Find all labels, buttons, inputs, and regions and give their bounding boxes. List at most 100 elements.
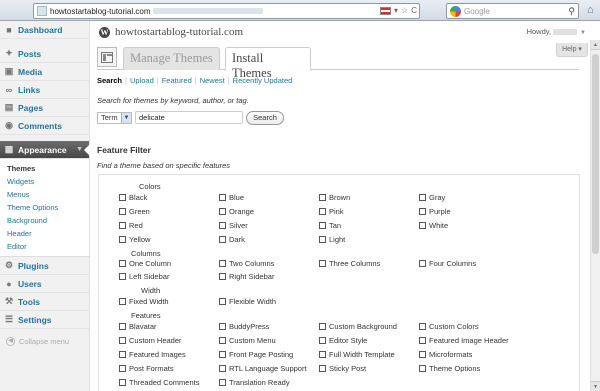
sidebar-item-label: Appearance (18, 144, 67, 155)
sidebar-item-plugins[interactable]: ⚙ Plugins (0, 257, 89, 275)
page-scrollbar[interactable]: ▲ ▼ (590, 40, 600, 391)
submenu-item-header[interactable]: Header (7, 227, 89, 240)
checkbox-red[interactable]: Red (119, 221, 143, 230)
search-icon[interactable]: ⚲ (568, 6, 575, 17)
submenu-item-editor[interactable]: Editor (7, 240, 89, 253)
dropdown-arrow-icon[interactable]: ▾ (394, 5, 398, 17)
checkbox-white[interactable]: White (419, 221, 448, 230)
sidebar-item-settings[interactable]: ☰ Settings (0, 311, 89, 329)
checkbox-three-columns[interactable]: Three Columns (319, 259, 380, 268)
subnav-featured[interactable]: Featured (162, 76, 192, 85)
tools-icon: ⚒ (4, 296, 14, 306)
feature-filter-box: Colors Black Blue Brown Gray Green Orang… (98, 174, 580, 391)
search-button[interactable]: Search (246, 110, 284, 125)
theme-search-form: Term ▼ delicate Search (97, 110, 284, 125)
checkbox-microformats[interactable]: Microformats (419, 350, 472, 359)
sidebar-item-users[interactable]: ● Users (0, 275, 89, 293)
sidebar-item-appearance[interactable]: ▩ Appearance ▼ (0, 141, 90, 159)
checkbox-custom-background[interactable]: Custom Background (319, 322, 397, 331)
checkbox-one-column[interactable]: One Column (119, 259, 171, 268)
chevron-down-icon[interactable]: ▼ (76, 146, 83, 153)
sidebar-item-label: Media (18, 66, 43, 77)
tab-manage-themes[interactable]: Manage Themes (123, 47, 220, 70)
sidebar-item-label: Posts (18, 48, 42, 59)
submenu-item-theme-options[interactable]: Theme Options (7, 201, 89, 214)
sidebar-item-links[interactable]: ∞ Links (0, 81, 89, 99)
checkbox-blue[interactable]: Blue (219, 193, 244, 202)
user-greeting[interactable]: Howdy, ▼ (527, 27, 586, 36)
checkbox-purple[interactable]: Purple (419, 207, 451, 216)
checkbox-black[interactable]: Black (119, 193, 147, 202)
site-title[interactable]: howtostartablog-tutorial.com (115, 26, 243, 38)
scrollbar-thumb[interactable] (592, 54, 599, 254)
sidebar-item-pages[interactable]: ▤ Pages (0, 99, 89, 117)
chevron-down-icon[interactable]: ▼ (580, 30, 586, 36)
submenu-item-widgets[interactable]: Widgets (7, 175, 89, 188)
sidebar-item-media[interactable]: ▣ Media (0, 63, 89, 81)
appearance-submenu: Themes Widgets Menus Theme Options Backg… (0, 159, 89, 257)
feature-filter-description: Find a theme based on specific features (97, 161, 230, 170)
scroll-down-icon[interactable]: ▼ (591, 381, 600, 391)
search-type-select[interactable]: Term ▼ (97, 111, 132, 124)
checkbox-flexible-width[interactable]: Flexible Width (219, 297, 276, 306)
subnav-newest[interactable]: Newest (200, 76, 225, 85)
checkbox-sticky-post[interactable]: Sticky Post (319, 364, 366, 373)
sidebar-item-dashboard[interactable]: ■ Dashboard (0, 21, 89, 39)
checkbox-featured-image-header[interactable]: Featured Image Header (419, 336, 509, 345)
checkbox-light[interactable]: Light (319, 235, 345, 244)
sidebar-item-tools[interactable]: ⚒ Tools (0, 293, 89, 311)
checkbox-custom-colors[interactable]: Custom Colors (419, 322, 479, 331)
checkbox-blavatar[interactable]: Blavatar (119, 322, 157, 331)
sidebar-item-label: Users (18, 278, 42, 289)
checkbox-gray[interactable]: Gray (419, 193, 445, 202)
sidebar-item-comments[interactable]: ◉ Comments (0, 117, 89, 135)
checkbox-two-columns[interactable]: Two Columns (219, 259, 274, 268)
checkbox-theme-options[interactable]: Theme Options (419, 364, 480, 373)
checkbox-threaded-comments[interactable]: Threaded Comments (119, 378, 199, 387)
checkbox-translation-ready[interactable]: Translation Ready (219, 378, 290, 387)
subnav-upload[interactable]: Upload (130, 76, 154, 85)
checkbox-fixed-width[interactable]: Fixed Width (119, 297, 169, 306)
sidebar-item-posts[interactable]: ✦ Posts (0, 45, 89, 63)
checkbox-brown[interactable]: Brown (319, 193, 350, 202)
bookmark-star-icon[interactable]: ☆ (401, 5, 408, 17)
tab-install-themes[interactable]: Install Themes (225, 47, 311, 80)
checkbox-dark[interactable]: Dark (219, 235, 245, 244)
checkbox-editor-style[interactable]: Editor Style (319, 336, 367, 345)
appearance-icon: ▩ (4, 144, 14, 154)
checkbox-yellow[interactable]: Yellow (119, 235, 150, 244)
checkbox-silver[interactable]: Silver (219, 221, 248, 230)
collapse-menu-button[interactable]: ◀ Collapse menu (0, 329, 89, 346)
username-redacted (553, 29, 578, 36)
sidebar-item-label: Plugins (18, 260, 49, 271)
checkbox-featured-images[interactable]: Featured Images (119, 350, 186, 359)
group-title-columns: Columns (131, 249, 161, 258)
comments-icon: ◉ (5, 120, 13, 130)
submenu-item-themes[interactable]: Themes (7, 162, 89, 175)
scroll-up-icon[interactable]: ▲ (591, 40, 600, 50)
checkbox-post-formats[interactable]: Post Formats (119, 364, 174, 373)
reload-icon[interactable]: C (411, 5, 417, 17)
checkbox-rtl-language-support[interactable]: RTL Language Support (219, 364, 307, 373)
checkbox-orange[interactable]: Orange (219, 207, 254, 216)
checkbox-front-page-posting[interactable]: Front Page Posting (219, 350, 293, 359)
checkbox-tan[interactable]: Tan (319, 221, 341, 230)
home-icon[interactable]: ⌂ (587, 4, 594, 16)
subnav-search[interactable]: Search (97, 76, 122, 85)
checkbox-custom-header[interactable]: Custom Header (119, 336, 182, 345)
browser-search-box[interactable]: Google ⚲ (446, 3, 579, 19)
address-bar[interactable]: howtostartablog-tutorial.com ▾ ☆ C (33, 3, 420, 19)
checkbox-right-sidebar[interactable]: Right Sidebar (219, 272, 274, 281)
checkbox-custom-menu[interactable]: Custom Menu (219, 336, 276, 345)
checkbox-left-sidebar[interactable]: Left Sidebar (119, 272, 169, 281)
sidebar-item-label: Comments (18, 120, 62, 131)
checkbox-pink[interactable]: Pink (319, 207, 344, 216)
subnav-recently-updated[interactable]: Recently Updated (233, 76, 293, 85)
submenu-item-background[interactable]: Background (7, 214, 89, 227)
checkbox-green[interactable]: Green (119, 207, 150, 216)
checkbox-buddypress[interactable]: BuddyPress (219, 322, 269, 331)
search-input[interactable]: delicate (135, 111, 243, 124)
checkbox-four-columns[interactable]: Four Columns (419, 259, 476, 268)
checkbox-full-width-template[interactable]: Full Width Template (319, 350, 395, 359)
submenu-item-menus[interactable]: Menus (7, 188, 89, 201)
